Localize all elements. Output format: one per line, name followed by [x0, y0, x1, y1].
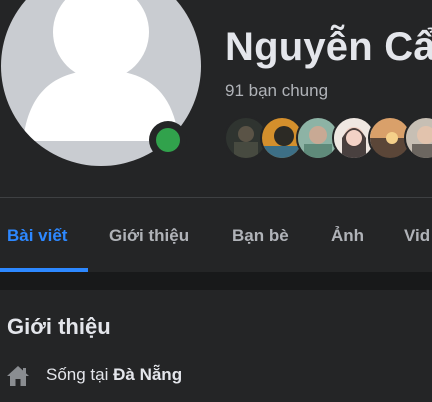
tab-posts[interactable]: Bài viết [7, 226, 67, 246]
lives-in-row: Sống tại Đà Nẵng [6, 365, 306, 389]
profile-header: Nguyễn Cẩ 91 bạn chung Bài viết Giới thi… [0, 0, 432, 272]
tab-photos[interactable]: Ảnh [331, 226, 364, 246]
lives-in-text: Sống tại Đà Nẵng [46, 365, 182, 385]
tab-videos[interactable]: Vid [404, 226, 430, 246]
profile-name[interactable]: Nguyễn Cẩ [225, 25, 432, 70]
lives-in-place[interactable]: Đà Nẵng [113, 365, 182, 384]
mutual-friends-count[interactable]: 91 bạn chung [225, 81, 328, 101]
tab-about[interactable]: Giới thiệu [109, 226, 189, 246]
active-tab-indicator [0, 268, 88, 272]
online-status-indicator [149, 121, 187, 159]
home-icon [6, 365, 30, 387]
mutual-friend-avatar[interactable] [404, 116, 432, 160]
lives-in-prefix: Sống tại [46, 365, 109, 384]
intro-title: Giới thiệu [7, 314, 111, 339]
tabs-divider [0, 197, 432, 198]
mutual-friends-avatars [224, 116, 432, 160]
tab-friends[interactable]: Bạn bè [232, 226, 289, 246]
